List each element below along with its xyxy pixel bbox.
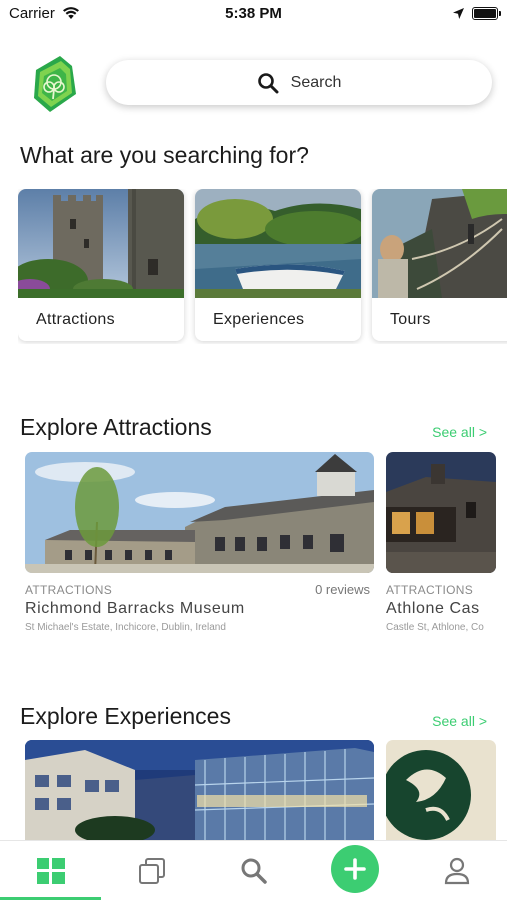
experience-card-1[interactable] [25, 740, 374, 840]
profile-icon [444, 857, 469, 885]
app-logo [34, 56, 76, 112]
tab-bar [0, 840, 507, 900]
category-carousel[interactable]: Attractions Experiences Tours [18, 189, 507, 344]
museum-image [25, 452, 374, 573]
attraction-reviews: 0 reviews [315, 582, 370, 597]
grid-icon [36, 858, 65, 884]
category-card-experiences[interactable]: Experiences [195, 189, 361, 341]
search-icon [257, 72, 279, 93]
experiences-title: Explore Experiences [20, 703, 231, 729]
attractions-title: Explore Attractions [20, 414, 212, 440]
category-card-tours[interactable]: Tours [372, 189, 507, 341]
rope-bridge-image [372, 189, 507, 298]
attraction-name: Athlone Cas [386, 600, 480, 617]
attraction-card-athlone[interactable]: ATTRACTIONS Athlone Cas Castle St, Athlo… [386, 452, 496, 647]
add-icon [343, 858, 366, 880]
attraction-name: Richmond Barracks Museum [25, 600, 245, 617]
categories-title: What are you searching for? [20, 142, 309, 168]
experience-card-2[interactable] [386, 740, 496, 840]
category-label: Experiences [213, 311, 305, 328]
attractions-carousel[interactable]: ATTRACTIONS Richmond Barracks Museum St … [25, 452, 507, 647]
search-bar[interactable]: Search [106, 60, 492, 105]
attraction-card-richmond[interactable]: ATTRACTIONS Richmond Barracks Museum St … [25, 452, 374, 647]
location-arrow-icon [453, 8, 464, 19]
attractions-see-all-link[interactable]: See all > [432, 424, 487, 440]
tab-home[interactable] [0, 841, 101, 900]
building-night-image [25, 740, 374, 840]
tab-search[interactable] [203, 841, 304, 900]
attraction-category: ATTRACTIONS [386, 583, 474, 597]
experiences-see-all-link[interactable]: See all > [432, 713, 487, 729]
boat-lake-image [195, 189, 361, 298]
experiences-carousel[interactable] [25, 740, 507, 840]
castle-night-image [386, 452, 496, 573]
category-label: Tours [390, 311, 431, 328]
battery-icon [472, 7, 501, 20]
category-card-attractions[interactable]: Attractions [18, 189, 184, 341]
tab-collections[interactable] [101, 841, 202, 900]
castle-image [18, 189, 184, 298]
search-icon [241, 858, 267, 884]
search-placeholder: Search [290, 73, 342, 91]
attraction-address: St Michael's Estate, Inchicore, Dublin, … [25, 622, 226, 633]
clock: 5:38 PM [225, 5, 282, 22]
attraction-address: Castle St, Athlone, Co [386, 622, 484, 633]
status-bar: Carrier 5:38 PM [0, 0, 507, 30]
add-button[interactable] [330, 845, 379, 893]
collection-icon [138, 858, 165, 884]
category-label: Attractions [36, 311, 115, 328]
tab-add[interactable] [304, 841, 405, 900]
company-sign-image [386, 740, 496, 840]
tab-profile[interactable] [406, 841, 507, 900]
